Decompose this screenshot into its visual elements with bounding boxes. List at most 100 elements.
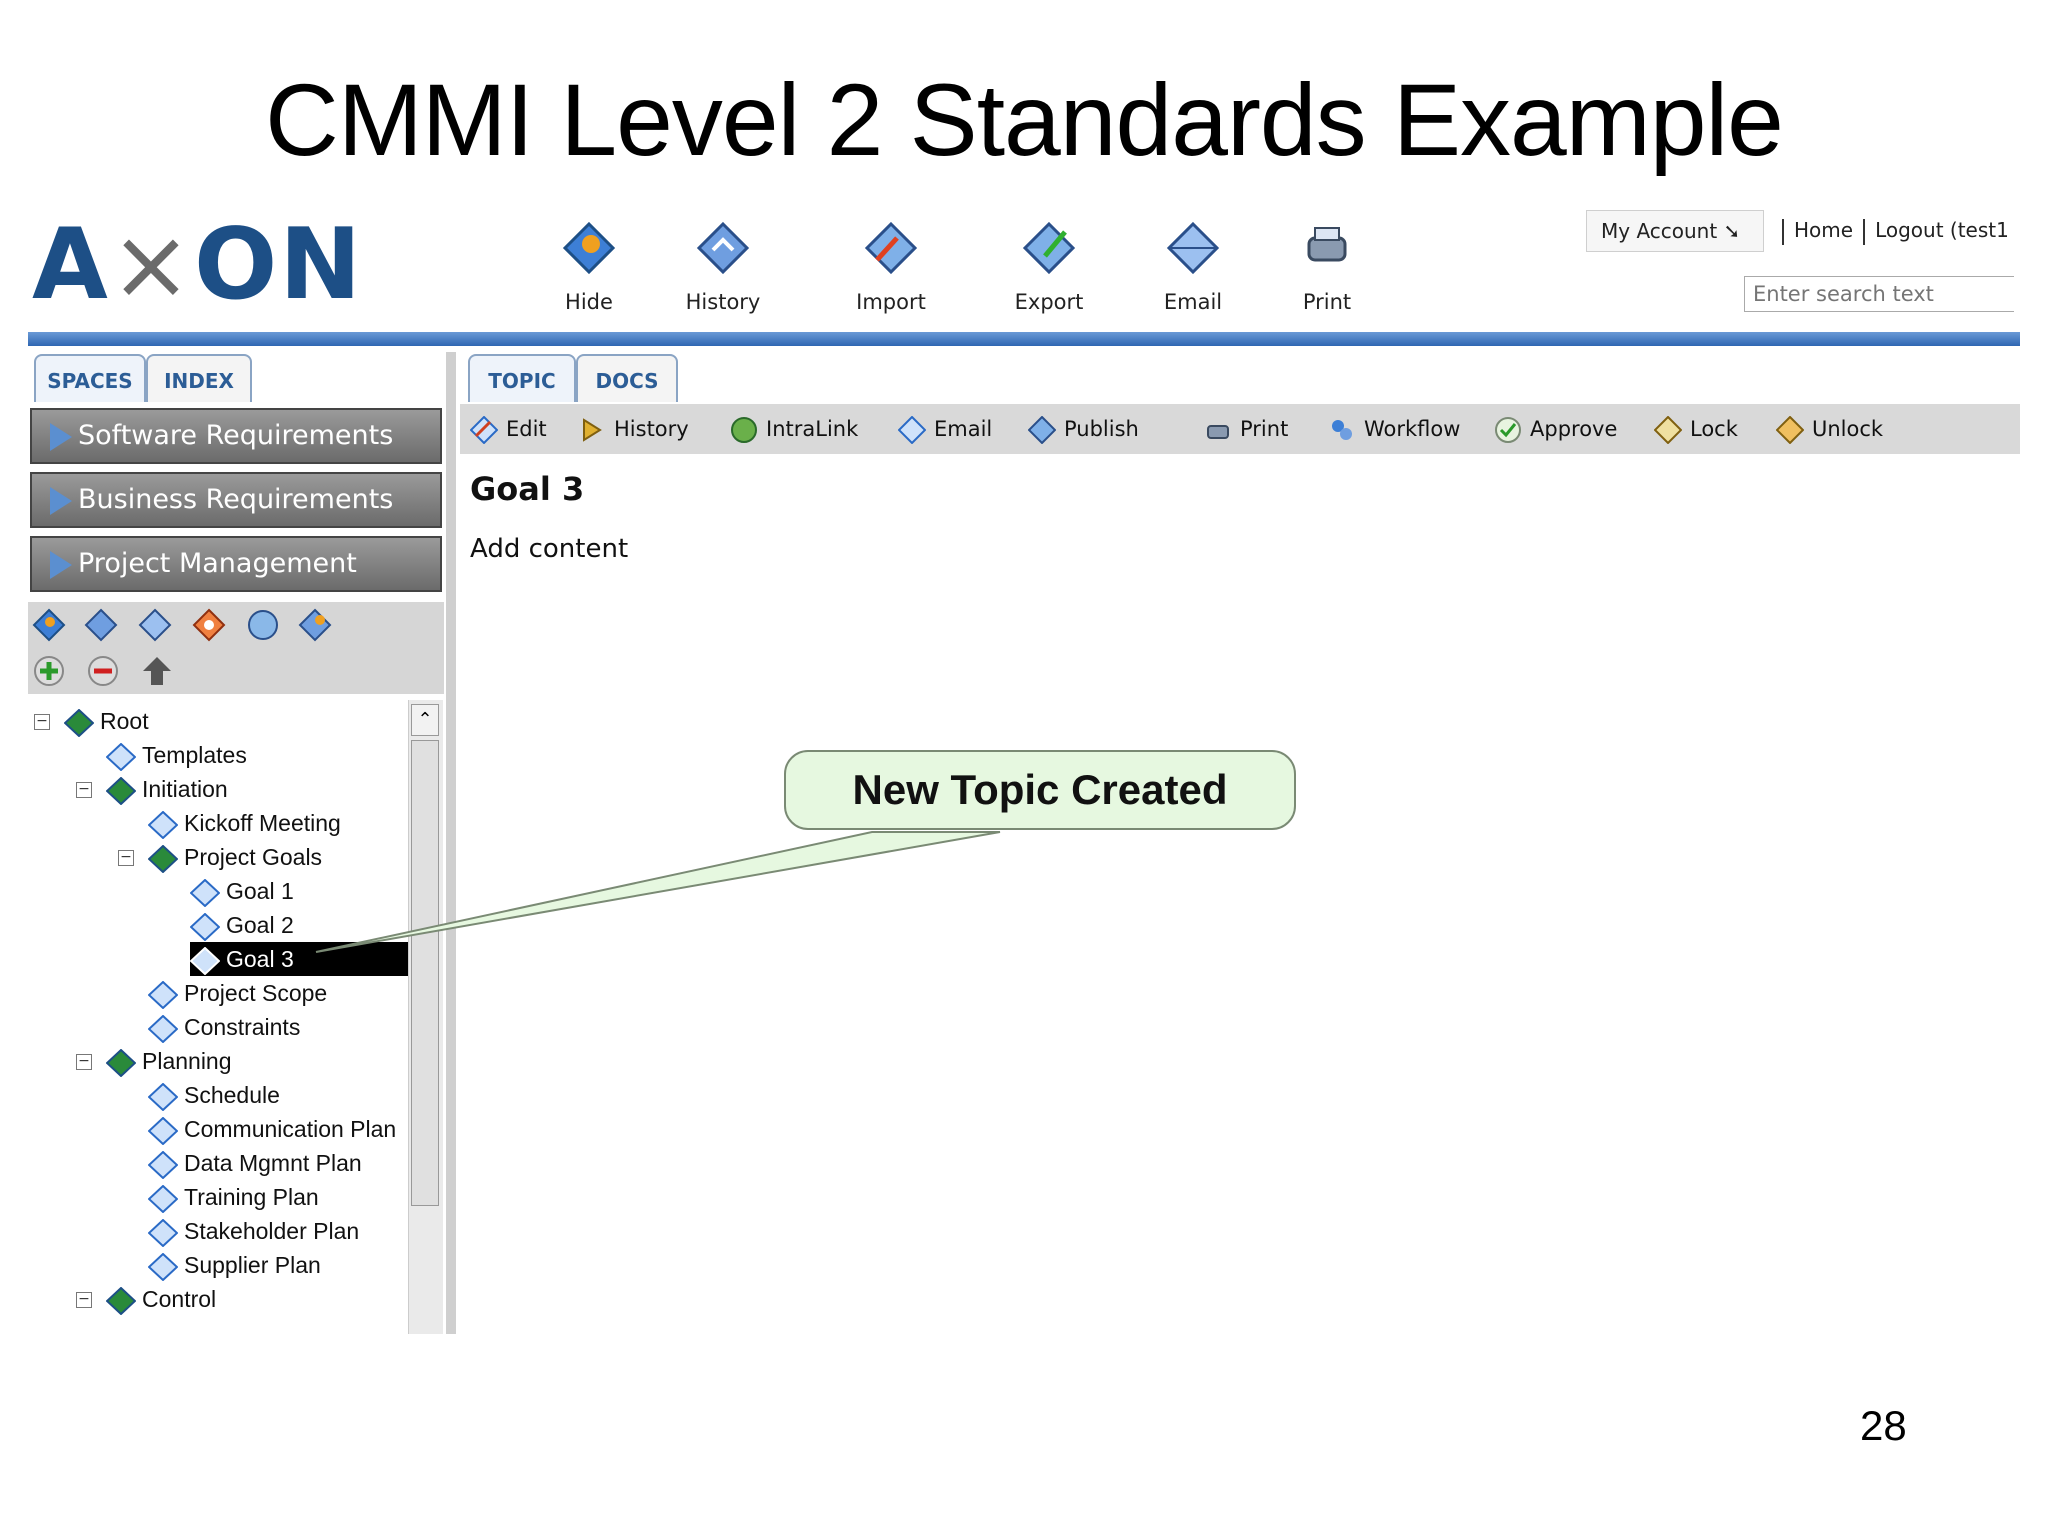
action-lock[interactable]: Lock — [1654, 404, 1738, 454]
header-divider-bar — [28, 332, 2020, 346]
action-history[interactable]: History — [578, 404, 689, 454]
action-label: Lock — [1690, 417, 1738, 441]
publish-icon — [1028, 416, 1056, 444]
tab-docs[interactable]: DOCS — [576, 354, 678, 402]
tree-node-project-goals[interactable]: Project Goals — [148, 840, 322, 874]
topic-icon — [148, 1082, 178, 1111]
toolbar-hide-button[interactable]: Hide — [534, 220, 644, 314]
search-input[interactable] — [1744, 276, 2014, 312]
action-label: Unlock — [1812, 417, 1884, 441]
topic-action-bar: Edit History IntraLink Email Publish Pri… — [460, 404, 2020, 454]
space-project-management[interactable]: Project Management — [30, 536, 442, 592]
tree-node-training-plan[interactable]: Training Plan — [148, 1180, 319, 1214]
tree-node-goal-2[interactable]: Goal 2 — [190, 908, 294, 942]
add-icon[interactable] — [32, 654, 66, 688]
tree-node-label: Training Plan — [184, 1184, 319, 1210]
panel-splitter[interactable] — [446, 352, 456, 1334]
tab-index[interactable]: INDEX — [146, 354, 252, 402]
tree-node-goal-3[interactable]: Goal 3 — [190, 942, 408, 976]
toolbar-export-button[interactable]: Export — [994, 220, 1104, 314]
space-business-requirements[interactable]: Business Requirements — [30, 472, 442, 528]
tree-node-root[interactable]: Root — [64, 704, 149, 738]
topic-icon — [148, 1014, 178, 1043]
tree-node-label: Project Goals — [184, 844, 323, 870]
hide-icon[interactable] — [32, 608, 66, 642]
unlock-icon — [1776, 416, 1804, 444]
tree-node-label: Project Scope — [184, 980, 328, 1006]
action-label: Print — [1240, 417, 1289, 441]
topic-icon — [190, 946, 220, 975]
tree-node-control[interactable]: Control — [106, 1282, 216, 1316]
tree-node-initiation[interactable]: Initiation — [106, 772, 228, 806]
action-label: History — [614, 417, 689, 441]
collapse-toggle[interactable]: − — [76, 782, 92, 798]
folder-icon — [106, 1286, 136, 1315]
history-icon[interactable] — [84, 608, 118, 642]
action-label: Edit — [506, 417, 547, 441]
remove-icon[interactable] — [86, 654, 120, 688]
topic-icon — [148, 1184, 178, 1213]
folder-icon — [148, 844, 178, 873]
tree-node-label: Templates — [142, 742, 247, 768]
action-label: Email — [934, 417, 993, 441]
import-icon — [864, 221, 918, 275]
collapse-toggle[interactable]: − — [34, 714, 50, 730]
add-content-link[interactable]: Add content — [470, 534, 628, 564]
space-software-requirements[interactable]: Software Requirements — [30, 408, 442, 464]
tree-node-project-scope[interactable]: Project Scope — [148, 976, 327, 1010]
tree-node-communication-plan[interactable]: Communication Plan — [148, 1112, 396, 1146]
hide-icon — [562, 221, 616, 275]
tab-topic[interactable]: TOPIC — [468, 354, 576, 402]
tree-node-stakeholder-plan[interactable]: Stakeholder Plan — [148, 1214, 359, 1248]
tree-node-label: Goal 2 — [226, 912, 294, 938]
scroll-thumb[interactable] — [411, 740, 439, 1206]
logout-link[interactable]: Logout (test1 — [1875, 218, 2009, 242]
action-label: IntraLink — [766, 417, 859, 441]
tree-node-supplier-plan[interactable]: Supplier Plan — [148, 1248, 321, 1282]
collapse-toggle[interactable]: − — [76, 1292, 92, 1308]
topic-title: Goal 3 — [470, 470, 585, 508]
action-approve[interactable]: Approve — [1494, 404, 1617, 454]
tree-node-data-mgmnt-plan[interactable]: Data Mgmnt Plan — [148, 1146, 362, 1180]
my-account-button[interactable]: My Account ➘ — [1586, 210, 1764, 252]
action-edit[interactable]: Edit — [470, 404, 547, 454]
action-print[interactable]: Print — [1204, 404, 1288, 454]
folder-icon — [106, 1048, 136, 1077]
tree-node-schedule[interactable]: Schedule — [148, 1078, 280, 1112]
print-icon — [1207, 425, 1229, 439]
home-link[interactable]: Home — [1794, 218, 1853, 242]
toolbar-print-button[interactable]: Print — [1272, 220, 1382, 314]
action-email[interactable]: Email — [898, 404, 992, 454]
history-icon — [583, 418, 602, 442]
tree-node-templates[interactable]: Templates — [106, 738, 247, 772]
refresh-icon[interactable] — [298, 608, 332, 642]
collapse-toggle[interactable]: − — [118, 850, 134, 866]
action-unlock[interactable]: Unlock — [1776, 404, 1883, 454]
tree-node-kickoff-meeting[interactable]: Kickoff Meeting — [148, 806, 341, 840]
toolbar-history-button[interactable]: History — [668, 220, 778, 314]
action-intralink[interactable]: IntraLink — [730, 404, 858, 454]
tree-scrollbar[interactable]: ⌃ — [408, 700, 443, 1334]
workflow-icon — [1332, 420, 1352, 440]
toolbar-email-button[interactable]: Email — [1138, 220, 1248, 314]
scroll-up-icon[interactable]: ⌃ — [411, 704, 439, 736]
tree-node-planning[interactable]: Planning — [106, 1044, 232, 1078]
action-publish[interactable]: Publish — [1028, 404, 1139, 454]
email-icon — [1166, 221, 1220, 275]
toolbar-import-button[interactable]: Import — [836, 220, 946, 314]
tree-node-label: Constraints — [184, 1014, 301, 1040]
tree-node-label: Schedule — [184, 1082, 280, 1108]
move-up-icon[interactable] — [140, 654, 174, 688]
tree-node-goal-1[interactable]: Goal 1 — [190, 874, 294, 908]
tree-node-constraints[interactable]: Constraints — [148, 1010, 300, 1044]
globe-icon[interactable] — [246, 608, 280, 642]
tab-spaces[interactable]: SPACES — [34, 354, 146, 402]
topic-icon[interactable] — [138, 608, 172, 642]
toolbar-label: Print — [1302, 290, 1352, 314]
topic-content-area[interactable] — [460, 456, 2020, 1334]
collapse-toggle[interactable]: − — [76, 1054, 92, 1070]
tree-node-label: Control — [142, 1286, 217, 1312]
toolbar-label: Import — [856, 290, 926, 314]
action-workflow[interactable]: Workflow — [1328, 404, 1460, 454]
tag-icon[interactable] — [192, 608, 226, 642]
